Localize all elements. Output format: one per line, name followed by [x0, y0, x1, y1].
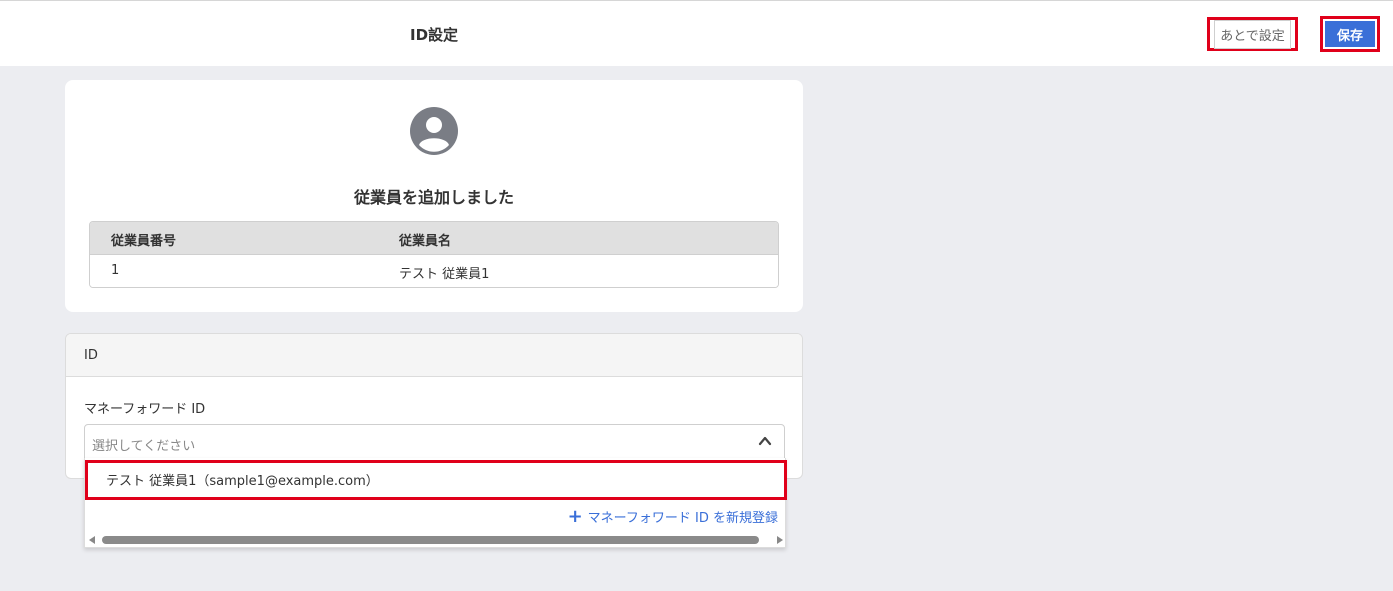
set-later-label: あとで設定	[1214, 19, 1291, 49]
register-new-mf-id-label: マネーフォワード ID を新規登録	[587, 511, 778, 526]
employee-added-card: 従業員を追加しました 従業員番号 従業員名 1 テスト 従業員1	[65, 80, 803, 312]
register-new-mf-id-link[interactable]: + マネーフォワード ID を新規登録	[568, 507, 778, 526]
employee-name-cell: テスト 従業員1	[399, 267, 490, 282]
table-row: 1 テスト 従業員1	[90, 255, 778, 287]
scrollbar-thumb[interactable]	[102, 536, 759, 544]
mf-id-field-label: マネーフォワード ID	[84, 402, 206, 417]
set-later-button[interactable]: あとで設定	[1207, 17, 1298, 51]
page-title: ID設定	[410, 26, 459, 44]
table-header-row: 従業員番号 従業員名	[90, 222, 778, 255]
mf-id-dropdown: テスト 従業員1（sample1@example.com） + マネーフォワード…	[84, 458, 787, 548]
mf-id-select[interactable]: 選択してください	[84, 424, 785, 462]
scroll-left-arrow-icon[interactable]	[89, 536, 95, 544]
save-button[interactable]: 保存	[1320, 16, 1380, 52]
employee-table: 従業員番号 従業員名 1 テスト 従業員1	[89, 221, 779, 288]
chevron-up-icon[interactable]	[758, 434, 772, 448]
dropdown-option-employee1[interactable]: テスト 従業員1（sample1@example.com）	[85, 460, 787, 500]
select-placeholder: 選択してください	[92, 439, 196, 454]
page-header: ID設定 あとで設定 保存	[0, 0, 1393, 66]
column-header-employee-number: 従業員番号	[111, 234, 177, 249]
horizontal-scrollbar[interactable]	[85, 534, 787, 546]
plus-icon: +	[567, 505, 583, 527]
id-section-title: ID	[66, 334, 802, 377]
column-header-employee-name: 従業員名	[399, 234, 452, 249]
save-label: 保存	[1325, 21, 1375, 47]
scroll-right-arrow-icon[interactable]	[777, 536, 783, 544]
employee-number-cell: 1	[111, 263, 120, 278]
user-circle-icon	[410, 107, 458, 155]
success-message: 従業員を追加しました	[353, 188, 514, 207]
